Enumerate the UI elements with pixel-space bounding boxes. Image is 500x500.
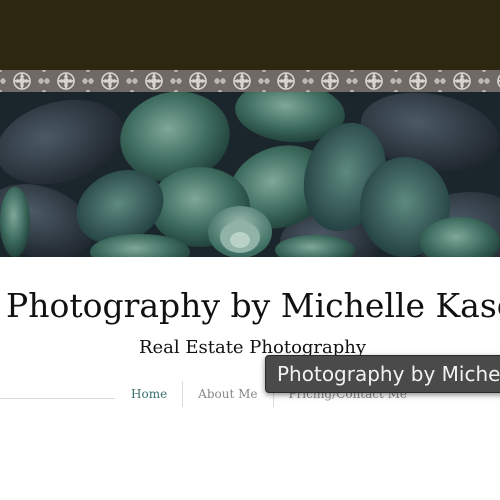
- succulent-photo-graphic: [0, 92, 500, 257]
- header-top-bar: [0, 0, 500, 70]
- nav-divider-line: [0, 398, 115, 399]
- nav-item-home[interactable]: Home: [116, 381, 182, 407]
- nav-item-about-me[interactable]: About Me: [183, 381, 272, 407]
- site-title-text[interactable]: Photography by Michelle Kaser: [6, 286, 500, 325]
- decorative-pattern-strip: [0, 70, 500, 92]
- tooltip-text: Photography by Michelle Kaser: [277, 362, 500, 386]
- succulent-header-image: [0, 92, 500, 257]
- title-tooltip: Photography by Michelle Kaser: [265, 355, 500, 393]
- floral-pattern-graphic: [0, 70, 500, 92]
- site-title[interactable]: Photography by Michelle Kaser: [0, 286, 500, 326]
